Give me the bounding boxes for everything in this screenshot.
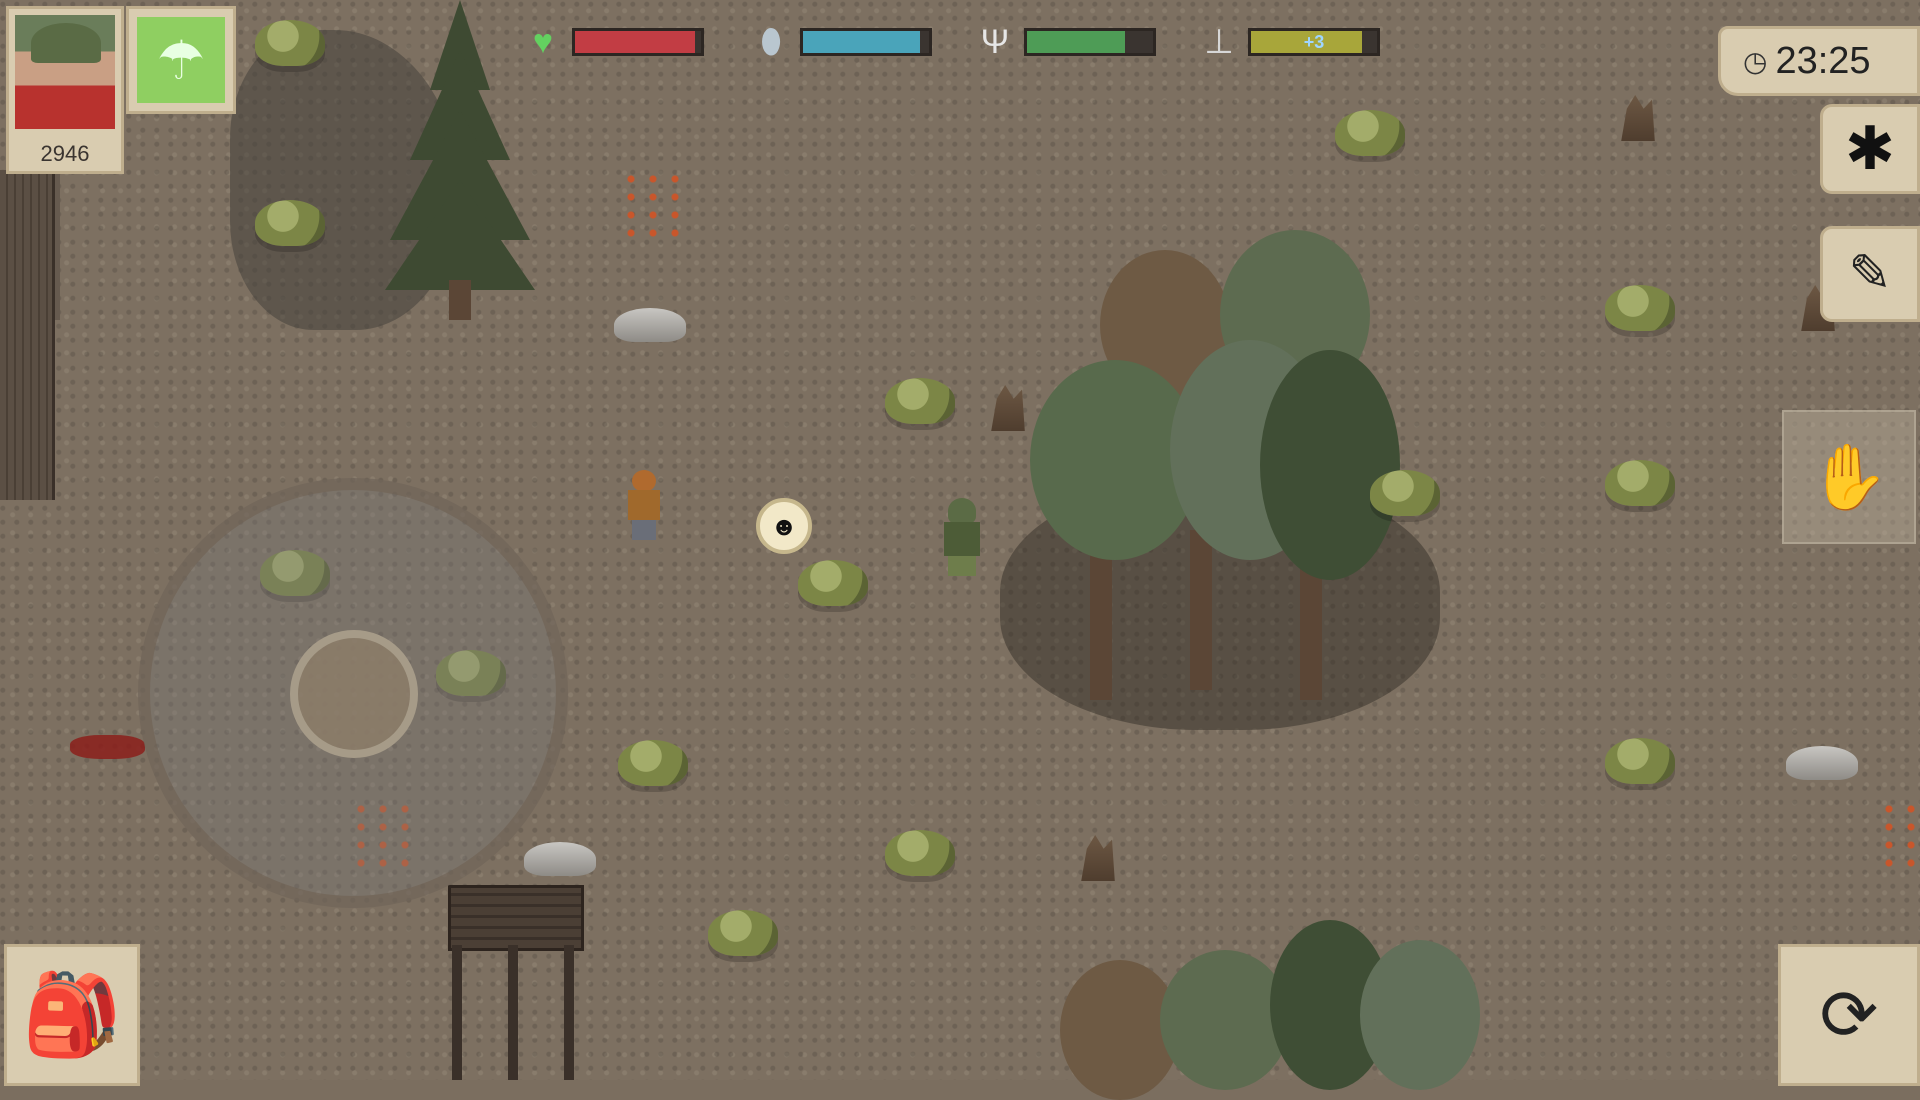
fork-knife-icon: Ψ [980, 22, 1010, 61]
notes-question-icon: ✎ [1848, 245, 1892, 303]
airdrop-button[interactable]: ☂ [126, 6, 236, 114]
rock [524, 842, 596, 876]
temperature-stat: ⊥ +3 [1196, 23, 1380, 61]
game-clock: ◷ 23:25 [1718, 26, 1920, 96]
joystick-knob[interactable] [290, 630, 418, 758]
blood-stain [70, 735, 145, 759]
health-stat: ♥ [520, 23, 704, 61]
inventory-button[interactable]: 🎒 [4, 944, 140, 1086]
bush [618, 740, 688, 786]
notes-button[interactable]: ✎ [1820, 226, 1920, 322]
pine-tree [385, 0, 535, 320]
player-character [936, 498, 990, 578]
player-portrait[interactable]: 2946 [6, 6, 124, 174]
npc-face-icon[interactable]: ☻ [756, 498, 812, 554]
bush [1605, 460, 1675, 506]
helmet-icon [31, 23, 101, 63]
temperature-modifier: +3 [1303, 32, 1325, 52]
rock [614, 308, 686, 342]
bush [1370, 470, 1440, 516]
food-stat: Ψ [972, 23, 1156, 61]
flowers [620, 170, 690, 240]
bush [255, 20, 325, 66]
parachute-icon: ☂ [137, 17, 225, 103]
temperature-bar: +3 [1248, 28, 1380, 56]
weapon-swap-button[interactable]: ⟳ [1778, 944, 1920, 1086]
health-bar [572, 28, 704, 56]
tree-cluster [1000, 230, 1440, 730]
tree-cluster-bottom [1040, 920, 1480, 1100]
heart-icon: ♥ [532, 22, 554, 61]
gear-icon: ✱ [1844, 115, 1896, 182]
bush [885, 378, 955, 424]
bush [798, 560, 868, 606]
settings-button[interactable]: ✱ [1820, 104, 1920, 194]
watchtower [448, 885, 584, 1080]
backpack-icon: 🎒 [22, 970, 122, 1059]
bush [708, 910, 778, 956]
water-drop-icon: ⬮ [760, 22, 782, 61]
weapon-swap-icon: ⟳ [1819, 976, 1879, 1054]
thermometer-icon: ⊥ [1204, 23, 1234, 61]
clock-time: 23:25 [1775, 39, 1871, 82]
hand-icon: ✋ [1809, 440, 1889, 513]
score-counter: 2946 [40, 141, 90, 166]
clock-icon: ◷ [1743, 45, 1768, 77]
bush [1335, 110, 1405, 156]
npc-survivor[interactable] [620, 470, 668, 540]
bush [255, 200, 325, 246]
bush [1605, 285, 1675, 331]
bush [1605, 738, 1675, 784]
rock [1786, 746, 1858, 780]
water-bar [800, 28, 932, 56]
interact-button[interactable]: ✋ [1782, 410, 1916, 544]
flowers [1878, 800, 1920, 870]
food-bar [1024, 28, 1156, 56]
water-stat: ⬮ [748, 23, 932, 61]
barn-wall [0, 170, 55, 500]
bush [885, 830, 955, 876]
